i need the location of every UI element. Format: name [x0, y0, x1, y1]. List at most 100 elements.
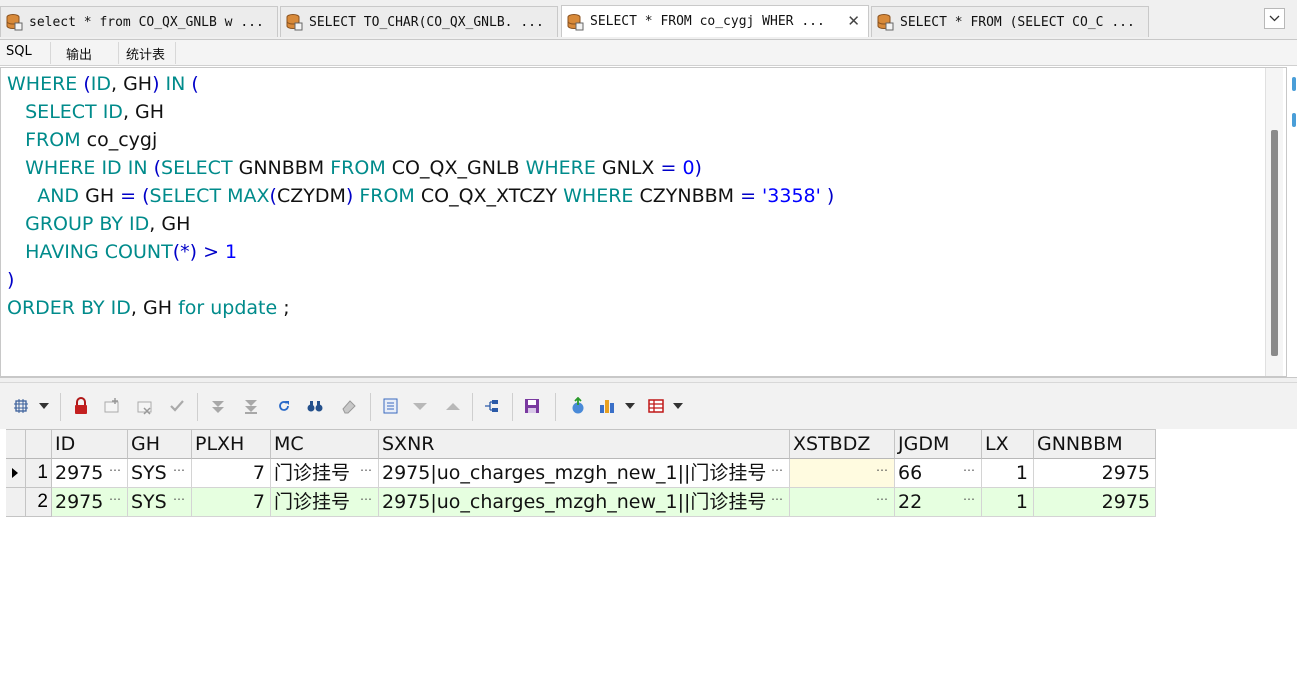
tab-query-2[interactable]: SELECT TO_CHAR(CO_QX_GNLB. ...	[280, 6, 558, 37]
chart-icon[interactable]	[598, 397, 616, 415]
code-line[interactable]: )	[7, 266, 14, 294]
cell-lx[interactable]: 1	[982, 459, 1034, 488]
cell-value: 22	[898, 491, 923, 513]
code-token: (	[153, 157, 162, 179]
find-icon[interactable]	[306, 397, 324, 415]
cell-mc[interactable]: 门诊挂号…	[271, 459, 379, 488]
column-header-label: SXNR	[382, 433, 435, 455]
result-grid[interactable]: ID GH PLXH MC SXNR XSTBDZ JGDM LX GNNBBM 1 2975… SY…	[0, 429, 1297, 696]
code-line[interactable]: SELECT ID, GH	[7, 98, 164, 126]
cell-xstbdz[interactable]: …	[790, 488, 895, 517]
database-icon	[567, 13, 584, 30]
cell-plxh[interactable]: 7	[192, 459, 271, 488]
save-icon[interactable]	[523, 397, 541, 415]
cell-ellipsis-button[interactable]: …	[109, 488, 121, 510]
cell-gnnbbm[interactable]: 2975	[1034, 459, 1156, 488]
column-header-plxh[interactable]: PLXH	[192, 429, 271, 459]
cell-gh[interactable]: SYS…	[128, 459, 192, 488]
sql-editor[interactable]: WHERE (ID, GH) IN ( SELECT ID, GH FROM c…	[0, 67, 1287, 377]
cell-jgdm[interactable]: 66 …	[895, 459, 982, 488]
clear-icon[interactable]	[340, 397, 358, 415]
column-header-lx[interactable]: LX	[982, 429, 1034, 459]
fetch-last-page-icon[interactable]	[242, 397, 260, 415]
cell-ellipsis-button[interactable]: …	[771, 459, 783, 481]
code-line[interactable]: ORDER BY ID, GH for update ;	[7, 294, 290, 322]
column-header-gnnbbm[interactable]: GNNBBM	[1034, 429, 1156, 459]
grid-view-icon[interactable]	[647, 397, 665, 415]
scrollbar-thumb[interactable]	[1271, 130, 1278, 356]
cell-plxh[interactable]: 7	[192, 488, 271, 517]
subtab-sql[interactable]: SQL	[6, 44, 32, 59]
cell-mc[interactable]: 门诊挂号…	[271, 488, 379, 517]
cell-ellipsis-button[interactable]: …	[876, 459, 888, 481]
column-header-id[interactable]: ID	[52, 429, 128, 459]
code-line[interactable]: WHERE ID IN (SELECT GNNBBM FROM CO_QX_GN…	[7, 154, 702, 182]
move-up-icon[interactable]	[444, 397, 462, 415]
cell-ellipsis-button[interactable]: …	[173, 459, 185, 481]
divider	[60, 393, 61, 421]
column-header-gh[interactable]: GH	[128, 429, 192, 459]
divider	[472, 393, 473, 421]
cell-ellipsis-button[interactable]: …	[963, 459, 975, 481]
subtab-statistics[interactable]: 统计表	[126, 44, 165, 63]
delete-record-icon[interactable]	[136, 397, 154, 415]
subtab-output[interactable]: 输出	[66, 44, 92, 63]
chevron-down-icon[interactable]	[673, 403, 683, 409]
column-header-label: LX	[985, 433, 1009, 455]
row-number: 2	[26, 488, 52, 517]
chevron-down-icon[interactable]	[625, 403, 635, 409]
cell-id[interactable]: 2975…	[52, 488, 128, 517]
cell-ellipsis-button[interactable]: …	[963, 488, 975, 510]
save-query-icon[interactable]	[382, 397, 400, 415]
query-options-icon[interactable]	[12, 397, 30, 415]
editor-vertical-scrollbar[interactable]	[1265, 68, 1283, 376]
cell-ellipsis-button[interactable]: …	[173, 488, 185, 510]
fetch-next-page-icon[interactable]	[209, 397, 227, 415]
cell-ellipsis-button[interactable]: …	[771, 488, 783, 510]
column-header-sxnr[interactable]: SXNR	[379, 429, 790, 459]
lock-icon[interactable]	[72, 397, 90, 415]
divider	[197, 393, 198, 421]
code-line[interactable]: FROM co_cygj	[7, 126, 157, 154]
column-header-xstbdz[interactable]: XSTBDZ	[790, 429, 895, 459]
export-icon[interactable]	[569, 397, 587, 415]
code-token: GNNBBM	[238, 157, 331, 179]
cell-sxnr[interactable]: 2975|uo_charges_mzgh_new_1||门诊挂号…	[379, 459, 790, 488]
cell-ellipsis-button[interactable]: …	[109, 459, 121, 481]
move-down-icon[interactable]	[411, 397, 429, 415]
link-icon[interactable]	[483, 397, 501, 415]
code-token: , GH	[110, 73, 153, 95]
tab-query-1[interactable]: select * from CO_QX_GNLB w ...	[0, 6, 278, 37]
cell-value: 66	[898, 462, 923, 484]
cell-ellipsis-button[interactable]: …	[360, 459, 372, 481]
row-indicator[interactable]	[6, 488, 26, 517]
cell-gh[interactable]: SYS…	[128, 488, 192, 517]
code-line[interactable]: GROUP BY ID, GH	[7, 210, 190, 238]
code-token: (	[191, 73, 199, 95]
cell-ellipsis-button[interactable]: …	[360, 488, 372, 510]
cell-jgdm[interactable]: 22 …	[895, 488, 982, 517]
cell-lx[interactable]: 1	[982, 488, 1034, 517]
column-header-mc[interactable]: MC	[271, 429, 379, 459]
tab-query-3-active[interactable]: SELECT * FROM co_cygj WHER ... ✕	[561, 5, 869, 37]
close-tab-icon[interactable]: ✕	[847, 12, 860, 30]
code-line[interactable]: HAVING COUNT(*) > 1	[7, 238, 237, 266]
post-changes-icon[interactable]	[168, 397, 186, 415]
cell-id[interactable]: 2975…	[52, 459, 128, 488]
tab-list-dropdown-button[interactable]	[1264, 8, 1285, 29]
code-token: )	[826, 185, 835, 207]
insert-record-icon[interactable]	[103, 397, 121, 415]
row-indicator[interactable]	[6, 459, 26, 488]
cell-xstbdz[interactable]: …	[790, 459, 895, 488]
column-header-jgdm[interactable]: JGDM	[895, 429, 982, 459]
cell-gnnbbm[interactable]: 2975	[1034, 488, 1156, 517]
code-line[interactable]: AND GH = (SELECT MAX(CZYDM) FROM CO_QX_X…	[7, 182, 834, 210]
chevron-down-icon[interactable]	[39, 403, 49, 409]
code-line[interactable]: WHERE (ID, GH) IN (	[7, 70, 199, 98]
cell-sxnr[interactable]: 2975|uo_charges_mzgh_new_1||门诊挂号…	[379, 488, 790, 517]
tab-query-4[interactable]: SELECT * FROM (SELECT CO_C ...	[871, 6, 1149, 37]
refresh-icon[interactable]	[275, 397, 293, 415]
cell-ellipsis-button[interactable]: …	[876, 488, 888, 510]
chevron-down-icon	[1269, 15, 1280, 22]
